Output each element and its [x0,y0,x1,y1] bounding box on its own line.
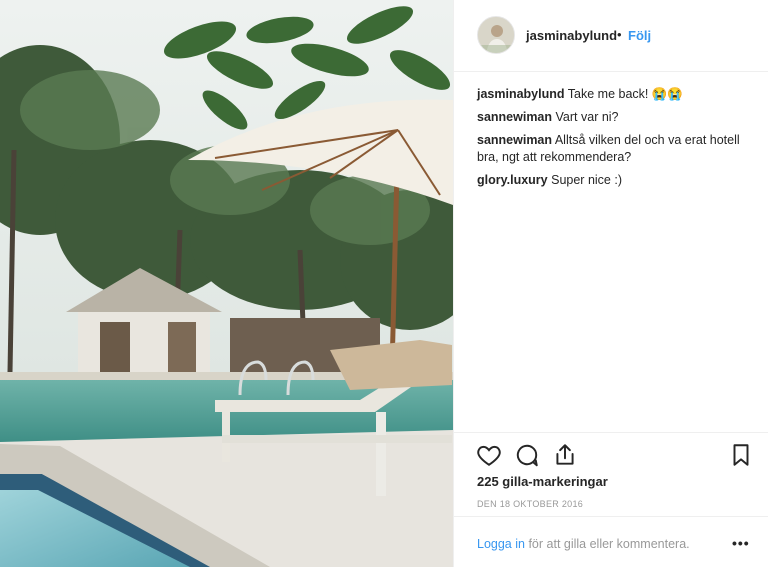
comment-text: Vart var ni? [555,110,619,124]
separator-dot: • [617,27,622,42]
comment-item: jasminabylund Take me back! 😭😭 [477,86,757,103]
comment-item: sannewiman Alltså vilken del och va erat… [477,132,757,166]
post-photo[interactable] [0,0,453,567]
comment-item: sannewiman Vart var ni? [477,109,757,126]
login-prompt-text: för att gilla eller kommentera. [528,537,690,551]
avatar-image [478,17,514,53]
comment-icon[interactable] [514,442,540,468]
login-footer: Logga in för att gilla eller kommentera.… [454,516,768,567]
post-sidebar: jasminabylund • Följ jasminabylund Take … [453,0,768,567]
comment-item: glory.luxury Super nice :) [477,172,757,189]
likes-count[interactable]: 225 gilla-markeringar [477,474,608,489]
comments-list: jasminabylund Take me back! 😭😭 sannewima… [477,86,757,195]
comment-username[interactable]: sannewiman [477,110,552,124]
username-link[interactable]: jasminabylund [526,28,617,43]
pool-scene-image [0,0,453,567]
post-header: jasminabylund • Följ [454,0,768,72]
comment-username[interactable]: glory.luxury [477,173,548,187]
comment-username[interactable]: jasminabylund [477,87,565,101]
post-date: DEN 18 OKTOBER 2016 [477,499,584,509]
bookmark-icon[interactable] [728,442,754,468]
heart-icon[interactable] [476,442,502,468]
follow-button[interactable]: Följ [628,28,651,43]
more-options-icon[interactable]: ••• [732,535,750,551]
comment-username[interactable]: sannewiman [477,133,552,147]
share-icon[interactable] [552,442,578,468]
comment-text: Super nice :) [551,173,622,187]
comment-text: Take me back! 😭😭 [567,87,683,101]
avatar[interactable] [477,16,515,54]
login-prompt: Logga in för att gilla eller kommentera. [477,537,690,551]
login-link[interactable]: Logga in [477,537,525,551]
